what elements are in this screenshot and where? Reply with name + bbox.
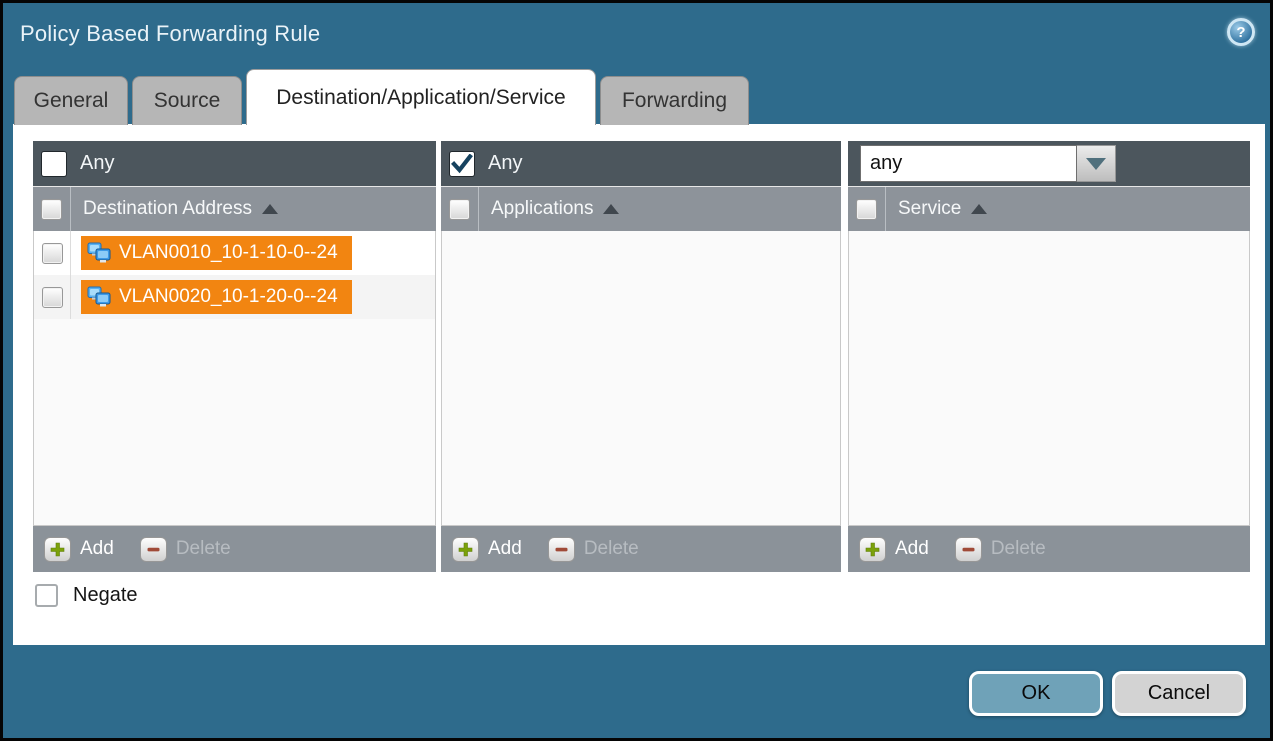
applications-list [441,231,841,526]
delete-application-button[interactable]: Delete [548,537,639,562]
service-header[interactable]: Service [848,186,1250,231]
service-dropdown-value: any [860,145,1077,182]
service-any-bar: any [848,141,1250,186]
tab-forwarding[interactable]: Forwarding [600,76,749,125]
applications-select-all-checkbox[interactable] [449,199,470,220]
tab-label: Destination/Application/Service [276,86,566,110]
delete-minus-icon [548,537,575,562]
tab-bar: General Source Destination/Application/S… [14,69,753,125]
delete-button-label: Delete [584,538,639,560]
network-address-icon [87,242,111,264]
applications-select-all-cell [441,187,479,231]
tab-content-panel: Any Destination Address [13,124,1265,645]
service-footer: Add Delete [848,526,1250,572]
table-row[interactable]: VLAN0020_10-1-20-0--24 [34,275,435,319]
address-chip[interactable]: VLAN0020_10-1-20-0--24 [81,280,352,314]
address-label: VLAN0010_10-1-10-0--24 [119,242,338,264]
address-chip[interactable]: VLAN0010_10-1-10-0--24 [81,236,352,270]
delete-minus-icon [140,537,167,562]
tab-label: Forwarding [622,89,727,113]
add-plus-icon [44,537,71,562]
applications-any-label: Any [488,152,522,175]
tab-label: General [34,89,109,113]
help-icon[interactable]: ? [1227,18,1255,46]
destination-any-bar: Any [33,141,436,186]
service-dropdown[interactable]: any [860,145,1116,182]
table-row[interactable]: VLAN0010_10-1-10-0--24 [34,231,435,275]
destination-address-header[interactable]: Destination Address [33,186,436,231]
applications-any-bar: Any [441,141,841,186]
add-application-button[interactable]: Add [452,537,522,562]
row-checkbox-cell [34,231,71,275]
applications-any-checkbox[interactable] [450,152,474,176]
destination-address-list: VLAN0010_10-1-10-0--24 [33,231,436,526]
policy-based-forwarding-dialog: Policy Based Forwarding Rule ? General S… [0,0,1273,741]
destination-footer: Add Delete [33,526,436,572]
applications-column: Any Applications Add [441,141,841,572]
tab-source[interactable]: Source [132,76,242,125]
add-plus-icon [452,537,479,562]
add-plus-icon [859,537,886,562]
help-question-glyph: ? [1236,24,1245,41]
destination-any-checkbox[interactable] [42,152,66,176]
delete-button-label: Delete [991,538,1046,560]
delete-minus-icon [955,537,982,562]
checkbox-checked-icon [451,154,473,174]
destination-header-label: Destination Address [83,198,252,220]
add-service-button[interactable]: Add [859,537,929,562]
row-checkbox[interactable] [42,243,63,264]
service-select-all-checkbox[interactable] [856,199,877,220]
row-checkbox[interactable] [42,287,63,308]
destination-select-all-cell [33,187,71,231]
sort-ascending-icon [971,204,987,214]
tab-general[interactable]: General [14,76,128,125]
row-checkbox-cell [34,275,71,319]
delete-destination-button[interactable]: Delete [140,537,231,562]
delete-service-button[interactable]: Delete [955,537,1046,562]
ok-button[interactable]: OK [969,671,1103,716]
applications-header-label: Applications [491,198,593,220]
sort-ascending-icon [262,204,278,214]
tab-destination-application-service[interactable]: Destination/Application/Service [246,69,596,125]
applications-footer: Add Delete [441,526,841,572]
service-select-all-cell [848,187,886,231]
service-dropdown-button[interactable] [1077,145,1116,182]
network-address-icon [87,286,111,308]
add-button-label: Add [488,538,522,560]
add-button-label: Add [895,538,929,560]
cancel-button[interactable]: Cancel [1112,671,1246,716]
applications-header[interactable]: Applications [441,186,841,231]
chevron-down-icon [1086,158,1106,170]
add-destination-button[interactable]: Add [44,537,114,562]
destination-address-column: Any Destination Address [33,141,436,572]
negate-label: Negate [73,584,138,607]
add-button-label: Add [80,538,114,560]
service-list [848,231,1250,526]
service-header-label: Service [898,198,961,220]
delete-button-label: Delete [176,538,231,560]
service-column: any Service Add [848,141,1250,572]
tab-label: Source [154,89,221,113]
sort-ascending-icon [603,204,619,214]
destination-select-all-checkbox[interactable] [41,199,62,220]
destination-any-label: Any [80,152,114,175]
address-label: VLAN0020_10-1-20-0--24 [119,286,338,308]
negate-option: Negate [35,584,138,607]
dialog-title: Policy Based Forwarding Rule [20,21,320,47]
negate-checkbox[interactable] [35,584,58,607]
